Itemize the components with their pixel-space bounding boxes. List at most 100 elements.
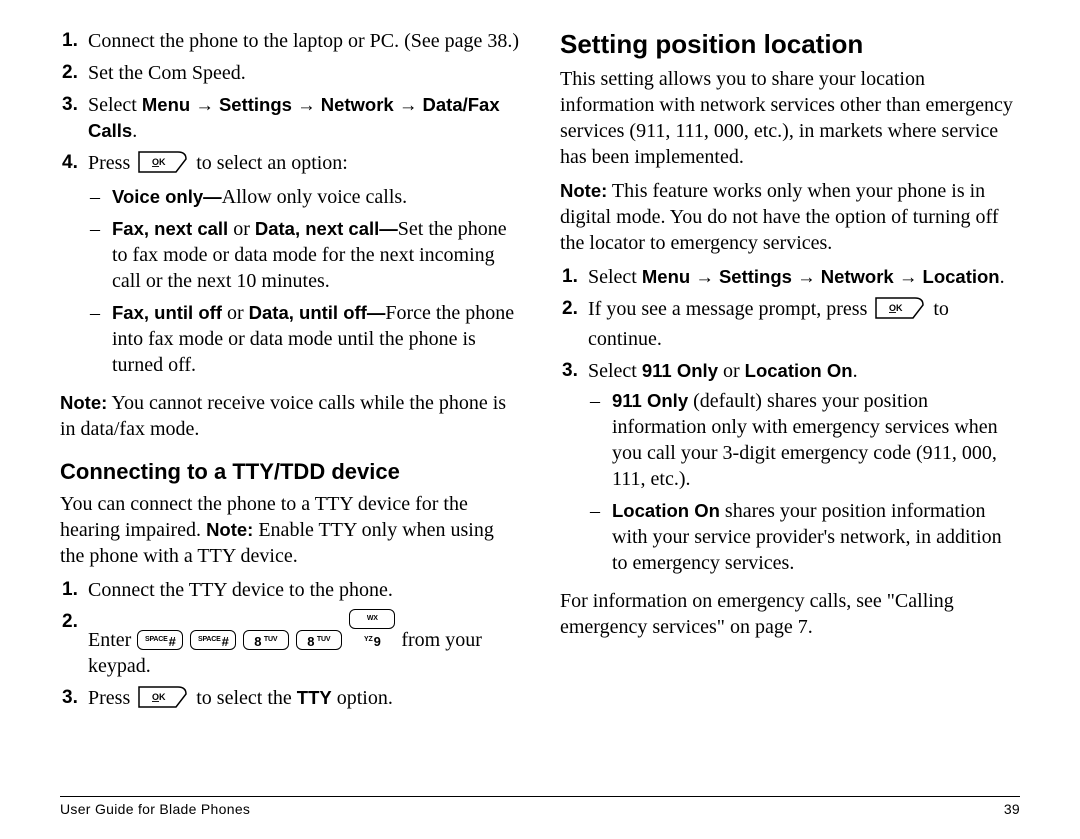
tty-intro: You can connect the phone to a TTY devic… [60, 491, 520, 569]
menu-path: Network [821, 266, 894, 287]
step: Press OK to select an option: Voice only… [62, 150, 520, 384]
step: Set the Com Speed. [62, 60, 520, 86]
right-column: Setting position location This setting a… [560, 28, 1020, 721]
eight-key-icon: 8 TUV [296, 630, 342, 650]
text: to select an option: [191, 152, 348, 174]
arrow: → [792, 266, 821, 287]
step: Select 911 Only or Location On. 911 Only… [562, 358, 1020, 582]
step-text: Select Menu → Settings → Network → Data/… [88, 92, 520, 144]
text: to select the [191, 687, 297, 709]
step: Enter SPACE# SPACE# 8 TUV 8 TUV WXYZ9 fr… [62, 609, 520, 679]
footer-left: User Guide for Blade Phones [60, 801, 250, 817]
step: Press OK to select the TTY option. [62, 685, 520, 715]
step-text: Set the Com Speed. [88, 60, 520, 86]
option-list: Voice only—Allow only voice calls. Fax, … [88, 184, 520, 378]
menu-path: Network [321, 94, 394, 115]
hash-key-icon: SPACE# [137, 630, 183, 650]
text: . [853, 360, 858, 382]
step: Connect the TTY device to the phone. [62, 577, 520, 603]
step-text: Select 911 Only or Location On. 911 Only… [588, 358, 1020, 582]
ok-key-icon: OK [138, 686, 188, 715]
text: Select [88, 94, 142, 116]
step: Select Menu → Settings → Network → Data/… [62, 92, 520, 144]
ok-key-icon: OK [138, 151, 188, 180]
tty-heading: Connecting to a TTY/TDD device [60, 458, 520, 487]
svg-text:O: O [152, 157, 159, 167]
opt-name: Location On [612, 500, 720, 521]
opt-name: 911 Only [612, 390, 688, 411]
step: Select Menu → Settings → Network → Locat… [562, 264, 1020, 290]
step: If you see a message prompt, press OK to… [562, 296, 1020, 352]
opt-name: Fax, next call [112, 218, 228, 239]
arrow: → [190, 94, 219, 115]
tty-option: TTY [297, 687, 332, 708]
menu-path: Location [923, 266, 1000, 287]
text: or [222, 302, 249, 324]
arrow: → [894, 266, 923, 287]
svg-text:O: O [152, 692, 159, 702]
menu-path: Settings [219, 94, 292, 115]
list-item: 911 Only (default) shares your position … [590, 388, 1020, 492]
menu-path: Menu [142, 94, 190, 115]
item-body: Fax, until off or Data, until off—Force … [112, 300, 520, 378]
list-item: Voice only—Allow only voice calls. [90, 184, 520, 210]
note-paragraph: Note: This feature works only when your … [560, 178, 1020, 256]
list-item: Fax, next call or Data, next call—Set th… [90, 216, 520, 294]
item-body: Fax, next call or Data, next call—Set th… [112, 216, 520, 294]
svg-text:K: K [159, 157, 166, 167]
text: Select [588, 266, 642, 288]
step-text: Press OK to select the TTY option. [88, 685, 520, 715]
step-text: Connect the phone to the laptop or PC. (… [88, 28, 520, 54]
page: Connect the phone to the laptop or PC. (… [0, 0, 1080, 839]
closing-paragraph: For information on emergency calls, see … [560, 588, 1020, 640]
item-body: 911 Only (default) shares your position … [612, 388, 1020, 492]
position-intro: This setting allows you to share your lo… [560, 66, 1020, 170]
text: or [718, 360, 745, 382]
hash-key-icon: SPACE# [190, 630, 236, 650]
option: 911 Only [642, 360, 718, 381]
text: Press [88, 687, 135, 709]
option: Location On [745, 360, 853, 381]
note-label: Note: [60, 392, 107, 413]
note-label: Note: [560, 180, 607, 201]
position-steps: Select Menu → Settings → Network → Locat… [560, 264, 1020, 582]
text: . [1000, 266, 1005, 288]
menu-path: Menu [642, 266, 690, 287]
arrow: → [690, 266, 719, 287]
position-heading: Setting position location [560, 28, 1020, 62]
item-body: Location On shares your position informa… [612, 498, 1020, 576]
text: Press [88, 152, 135, 174]
svg-text:K: K [896, 303, 903, 313]
note-paragraph: Note: You cannot receive voice calls whi… [60, 390, 520, 442]
note-text: You cannot receive voice calls while the… [60, 392, 506, 440]
step: Connect the phone to the laptop or PC. (… [62, 28, 520, 54]
arrow: → [394, 94, 423, 115]
note-text: This feature works only when your phone … [560, 180, 999, 254]
text: Enter [88, 629, 136, 651]
step-text: Connect the TTY device to the phone. [88, 577, 520, 603]
opt-name: Data, next call— [255, 218, 398, 239]
list-item: Fax, until off or Data, until off—Force … [90, 300, 520, 378]
datafax-steps: Connect the phone to the laptop or PC. (… [60, 28, 520, 384]
text: . [132, 120, 137, 142]
svg-text:O: O [889, 303, 896, 313]
item-body: Voice only—Allow only voice calls. [112, 184, 520, 210]
menu-path: Settings [719, 266, 792, 287]
text: If you see a message prompt, press [588, 298, 872, 320]
step-text: Select Menu → Settings → Network → Locat… [588, 264, 1020, 290]
step-text: Enter SPACE# SPACE# 8 TUV 8 TUV WXYZ9 fr… [88, 609, 520, 679]
tty-steps: Connect the TTY device to the phone. Ent… [60, 577, 520, 715]
page-number: 39 [1004, 801, 1020, 817]
text: Select [588, 360, 642, 382]
step-text: Press OK to select an option: Voice only… [88, 150, 520, 384]
page-footer: User Guide for Blade Phones 39 [60, 796, 1020, 817]
step-text: If you see a message prompt, press OK to… [588, 296, 1020, 352]
opt-name: Data, until off— [249, 302, 386, 323]
nine-key-icon: WXYZ9 [349, 609, 395, 629]
text: or [228, 218, 255, 240]
eight-key-icon: 8 TUV [243, 630, 289, 650]
note-label: Note: [206, 519, 253, 540]
opt-name: Voice only— [112, 186, 222, 207]
arrow: → [292, 94, 321, 115]
opt-desc: Allow only voice calls. [222, 186, 408, 208]
